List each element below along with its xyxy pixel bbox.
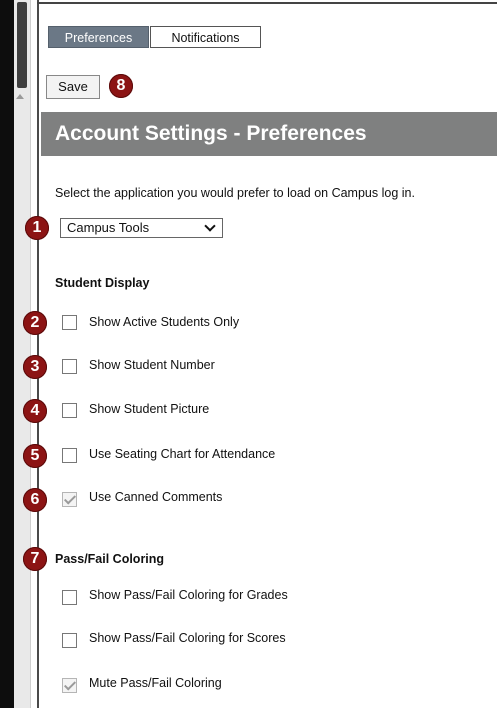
checkbox-pf-grades[interactable]	[62, 590, 77, 605]
tab-notifications[interactable]: Notifications	[150, 26, 261, 48]
panel-top-border	[37, 2, 497, 4]
callout-8: 8	[109, 74, 133, 98]
pass-fail-heading: Pass/Fail Coloring	[55, 552, 165, 566]
label-pf-scores: Show Pass/Fail Coloring for Scores	[89, 631, 286, 645]
checkbox-show-student-number[interactable]	[62, 359, 77, 374]
checkbox-show-active-students[interactable]	[62, 315, 77, 330]
application-select[interactable]: Campus Tools	[60, 218, 223, 238]
callout-1: 1	[25, 216, 49, 240]
callout-6: 6	[23, 488, 47, 512]
callout-7: 7	[23, 547, 47, 571]
label-pf-grades: Show Pass/Fail Coloring for Grades	[89, 588, 288, 602]
label-seating-chart: Use Seating Chart for Attendance	[89, 447, 276, 461]
label-canned-comments: Use Canned Comments	[89, 490, 223, 504]
application-select-value: Campus Tools	[67, 220, 150, 235]
page-title: Account Settings - Preferences	[55, 122, 367, 145]
callout-3: 3	[23, 355, 47, 379]
label-show-student-picture: Show Student Picture	[89, 402, 210, 416]
callout-2: 2	[23, 311, 47, 335]
callout-4: 4	[23, 399, 47, 423]
checkbox-show-student-picture[interactable]	[62, 403, 77, 418]
scrollbar-track[interactable]	[14, 0, 31, 708]
instruction-text: Select the application you would prefer …	[55, 186, 415, 200]
panel-divider	[37, 0, 39, 708]
scroll-up-arrow-icon[interactable]	[16, 94, 24, 99]
label-mute-pf: Mute Pass/Fail Coloring	[89, 676, 222, 690]
save-button[interactable]: Save	[46, 75, 100, 99]
scrollbar-thumb[interactable]	[17, 2, 27, 88]
checkbox-mute-pf[interactable]	[62, 678, 77, 693]
student-display-heading: Student Display	[55, 276, 150, 290]
tab-preferences[interactable]: Preferences	[48, 26, 149, 48]
window-frame	[0, 0, 14, 708]
checkbox-canned-comments[interactable]	[62, 492, 77, 507]
chevron-down-icon	[204, 220, 216, 232]
callout-5: 5	[23, 444, 47, 468]
label-show-student-number: Show Student Number	[89, 358, 215, 372]
checkbox-seating-chart[interactable]	[62, 448, 77, 463]
checkbox-pf-scores[interactable]	[62, 633, 77, 648]
label-show-active-students: Show Active Students Only	[89, 315, 240, 329]
